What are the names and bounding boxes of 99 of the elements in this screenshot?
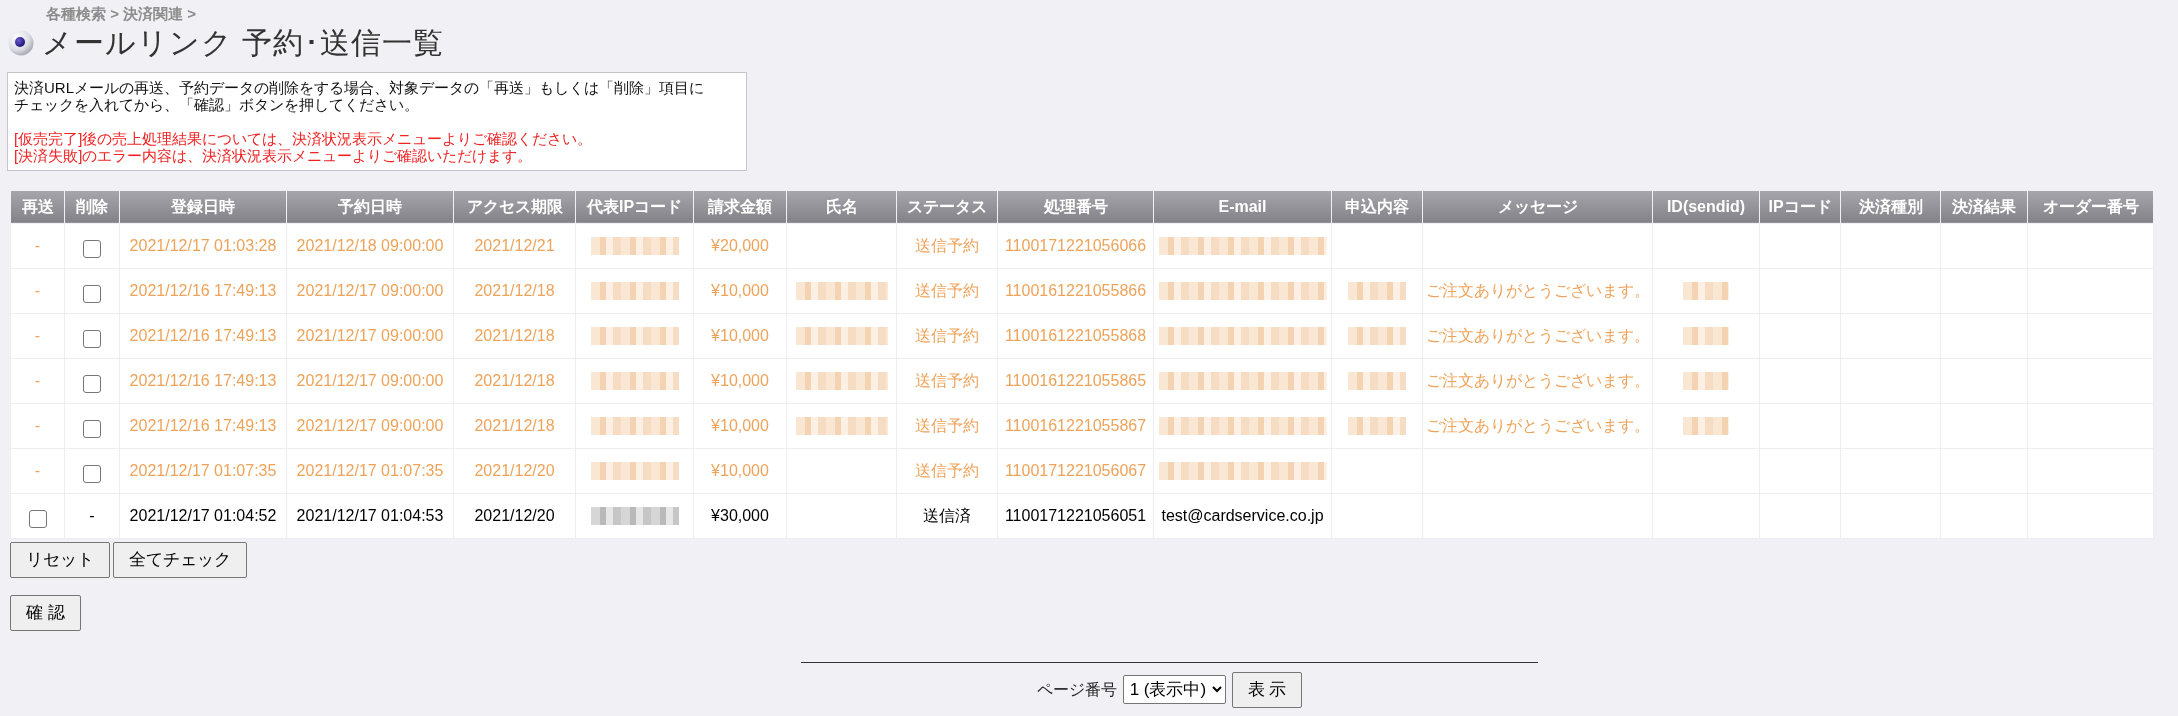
instruction-text: 決済URLメールの再送、予約データの削除をする場合、対象データの「再送」もしくは「削除」項目にチェックを入れてから、「確認」ボタンを押してください。 (14, 78, 705, 113)
blurred-text (1348, 327, 1406, 346)
table-cell: 送信予約 (896, 268, 998, 313)
blurred-text (1348, 282, 1406, 301)
delete-checkbox[interactable] (83, 464, 101, 483)
page-number-label: ページ番号 (1036, 679, 1117, 700)
column-header: 氏名 (786, 190, 897, 223)
table-cell: ¥10,000 (693, 268, 787, 313)
display-button[interactable]: 表 示 (1231, 671, 1303, 708)
table-cell: ¥30,000 (693, 493, 787, 538)
delete-checkbox[interactable] (83, 374, 101, 393)
table-cell: 2021/12/18 09:00:00 (286, 223, 454, 268)
table-cell: test@cardservice.co.jp (1153, 493, 1332, 538)
resend-checkbox[interactable] (28, 509, 47, 528)
table-cell: 2021/12/21 (453, 223, 576, 268)
blurred-text (1683, 282, 1729, 301)
table-cell: 1100171221056067 (997, 448, 1154, 493)
column-header: 予約日時 (286, 190, 454, 223)
table-cell: ご注文ありがとうございます。 (1422, 403, 1653, 448)
page-title: メールリンク 予約･送信一覧 (42, 25, 445, 60)
page-select[interactable]: 1 (表示中) (1122, 675, 1226, 704)
table-cell: 2021/12/17 01:07:35 (119, 448, 287, 493)
table-cell: - (10, 358, 65, 403)
reset-button[interactable]: リセット (10, 541, 110, 578)
table-cell: 1100161221055865 (997, 358, 1154, 403)
table-cell: ¥10,000 (693, 403, 787, 448)
blurred-text (1683, 417, 1729, 436)
table-cell: 2021/12/20 (453, 448, 576, 493)
table-cell: 2021/12/18 (453, 268, 576, 313)
table-cell: - (10, 223, 65, 268)
table-cell: 1100161221055866 (997, 268, 1154, 313)
blurred-text (1683, 372, 1729, 391)
column-header: 処理番号 (997, 190, 1154, 223)
table-cell: 2021/12/17 09:00:00 (286, 403, 454, 448)
table-cell: ¥10,000 (693, 313, 787, 358)
delete-checkbox[interactable] (83, 419, 101, 438)
table-cell: - (64, 493, 120, 538)
table-cell: ご注文ありがとうございます。 (1422, 313, 1653, 358)
alert-text: [決済失敗]のエラー内容は、決済状況表示メニューよりご確認いただけます。 (14, 146, 534, 164)
table-cell: 1100171221056051 (997, 493, 1154, 538)
table-cell: ご注文ありがとうございます。 (1422, 268, 1653, 313)
table-cell: 2021/12/17 09:00:00 (286, 313, 454, 358)
table-cell: 2021/12/16 17:49:13 (119, 358, 287, 403)
table-cell: 送信予約 (896, 358, 998, 403)
table-cell: 2021/12/17 01:07:35 (286, 448, 454, 493)
table-cell: 2021/12/17 01:04:53 (286, 493, 454, 538)
column-header: IPコード (1759, 190, 1841, 223)
table-cell: ¥20,000 (693, 223, 787, 268)
table-cell: 1100161221055867 (997, 403, 1154, 448)
column-header: ID(sendid) (1652, 190, 1760, 223)
table-cell: - (10, 448, 65, 493)
column-header: 登録日時 (119, 190, 287, 223)
column-header: 決済結果 (1940, 190, 2028, 223)
table-cell: 送信予約 (896, 313, 998, 358)
table-cell: 2021/12/17 09:00:00 (286, 268, 454, 313)
table-cell: 送信予約 (896, 223, 998, 268)
column-header: 削除 (64, 190, 120, 223)
column-header: アクセス期限 (453, 190, 576, 223)
column-header: E-mail (1153, 190, 1332, 223)
table-cell: ご注文ありがとうございます。 (1422, 358, 1653, 403)
table-cell: 1100161221055868 (997, 313, 1154, 358)
table-cell: - (10, 268, 65, 313)
column-header: ステータス (896, 190, 998, 223)
table-cell: 2021/12/18 (453, 358, 576, 403)
table-cell: 2021/12/17 09:00:00 (286, 358, 454, 403)
breadcrumb: 各種検索 > 決済関連 > (46, 5, 197, 22)
column-header: 請求金額 (693, 190, 787, 223)
table-cell: ¥10,000 (693, 358, 787, 403)
blurred-text (1348, 417, 1406, 436)
column-header: メッセージ (1422, 190, 1653, 223)
confirm-button[interactable]: 確 認 (10, 594, 81, 631)
table-cell: 2021/12/16 17:49:13 (119, 403, 287, 448)
table-cell: 送信予約 (896, 403, 998, 448)
column-header: 代表IPコード (575, 190, 694, 223)
column-header: 決済種別 (1840, 190, 1941, 223)
delete-checkbox[interactable] (83, 329, 101, 348)
table-cell: 送信済 (896, 493, 998, 538)
table-cell: 2021/12/17 01:03:28 (119, 223, 287, 268)
table-cell: 2021/12/16 17:49:13 (119, 268, 287, 313)
title-bullet-icon (8, 29, 34, 56)
column-header: オーダー番号 (2027, 190, 2154, 223)
table-cell: 送信予約 (896, 448, 998, 493)
delete-checkbox[interactable] (83, 239, 101, 258)
table-cell: 2021/12/18 (453, 313, 576, 358)
table-cell: 2021/12/17 01:04:52 (119, 493, 287, 538)
column-header: 申込内容 (1331, 190, 1423, 223)
delete-checkbox[interactable] (83, 284, 101, 303)
check-all-button[interactable]: 全てチェック (113, 541, 247, 578)
table-cell: - (10, 313, 65, 358)
alert-text: [仮売完了]後の売上処理結果については、決済状況表示メニューよりご確認ください。 (14, 129, 594, 147)
table-cell: 2021/12/16 17:49:13 (119, 313, 287, 358)
blurred-text (1348, 372, 1406, 391)
column-header: 再送 (10, 190, 65, 223)
blurred-text (1683, 327, 1729, 346)
table-cell: 2021/12/18 (453, 403, 576, 448)
table-cell: 1100171221056066 (997, 223, 1154, 268)
table-cell: 2021/12/20 (453, 493, 576, 538)
table-cell: - (10, 403, 65, 448)
table-cell: ¥10,000 (693, 448, 787, 493)
